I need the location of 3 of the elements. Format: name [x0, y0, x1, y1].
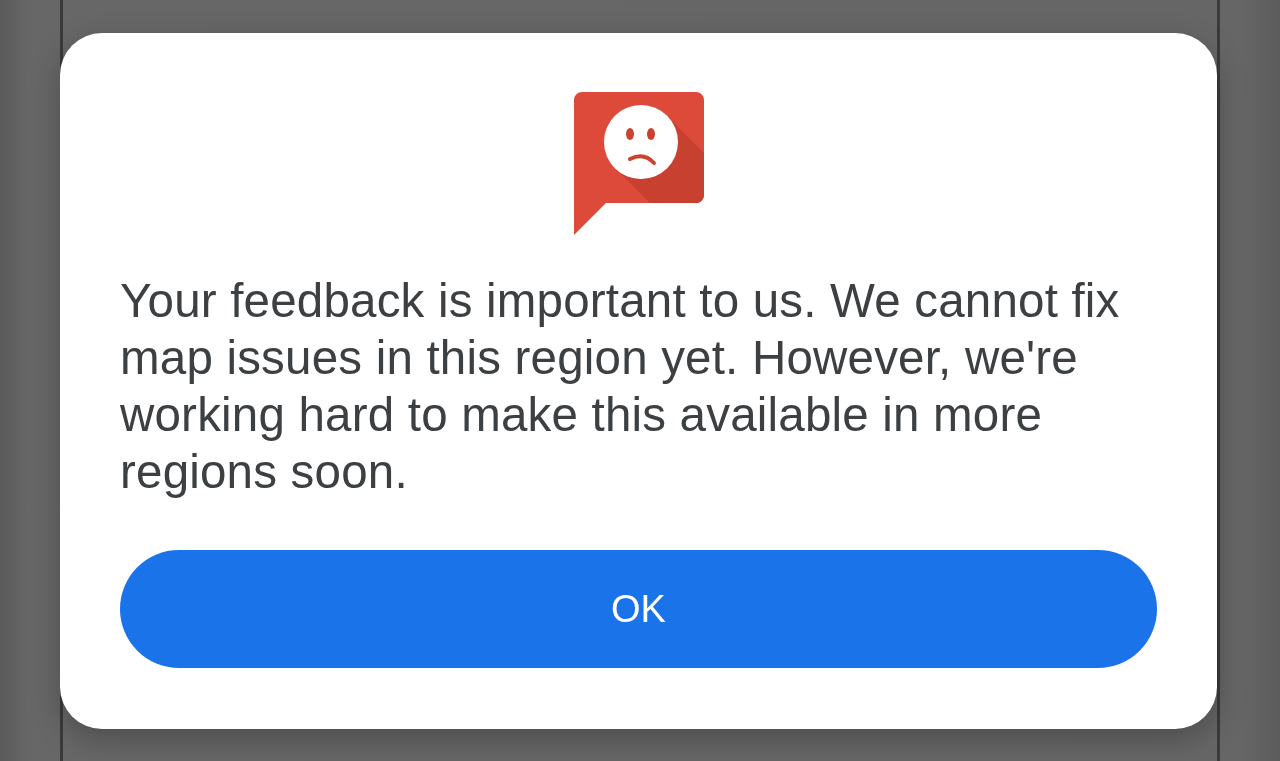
feedback-message: Your feedback is important to us. We cannot fix map issues in this region yet. However, we're working hard to make this available in more regions soon.: [120, 273, 1121, 500]
ok-button[interactable]: OK: [120, 550, 1157, 668]
sad-face-speech-bubble-icon: [573, 92, 704, 235]
